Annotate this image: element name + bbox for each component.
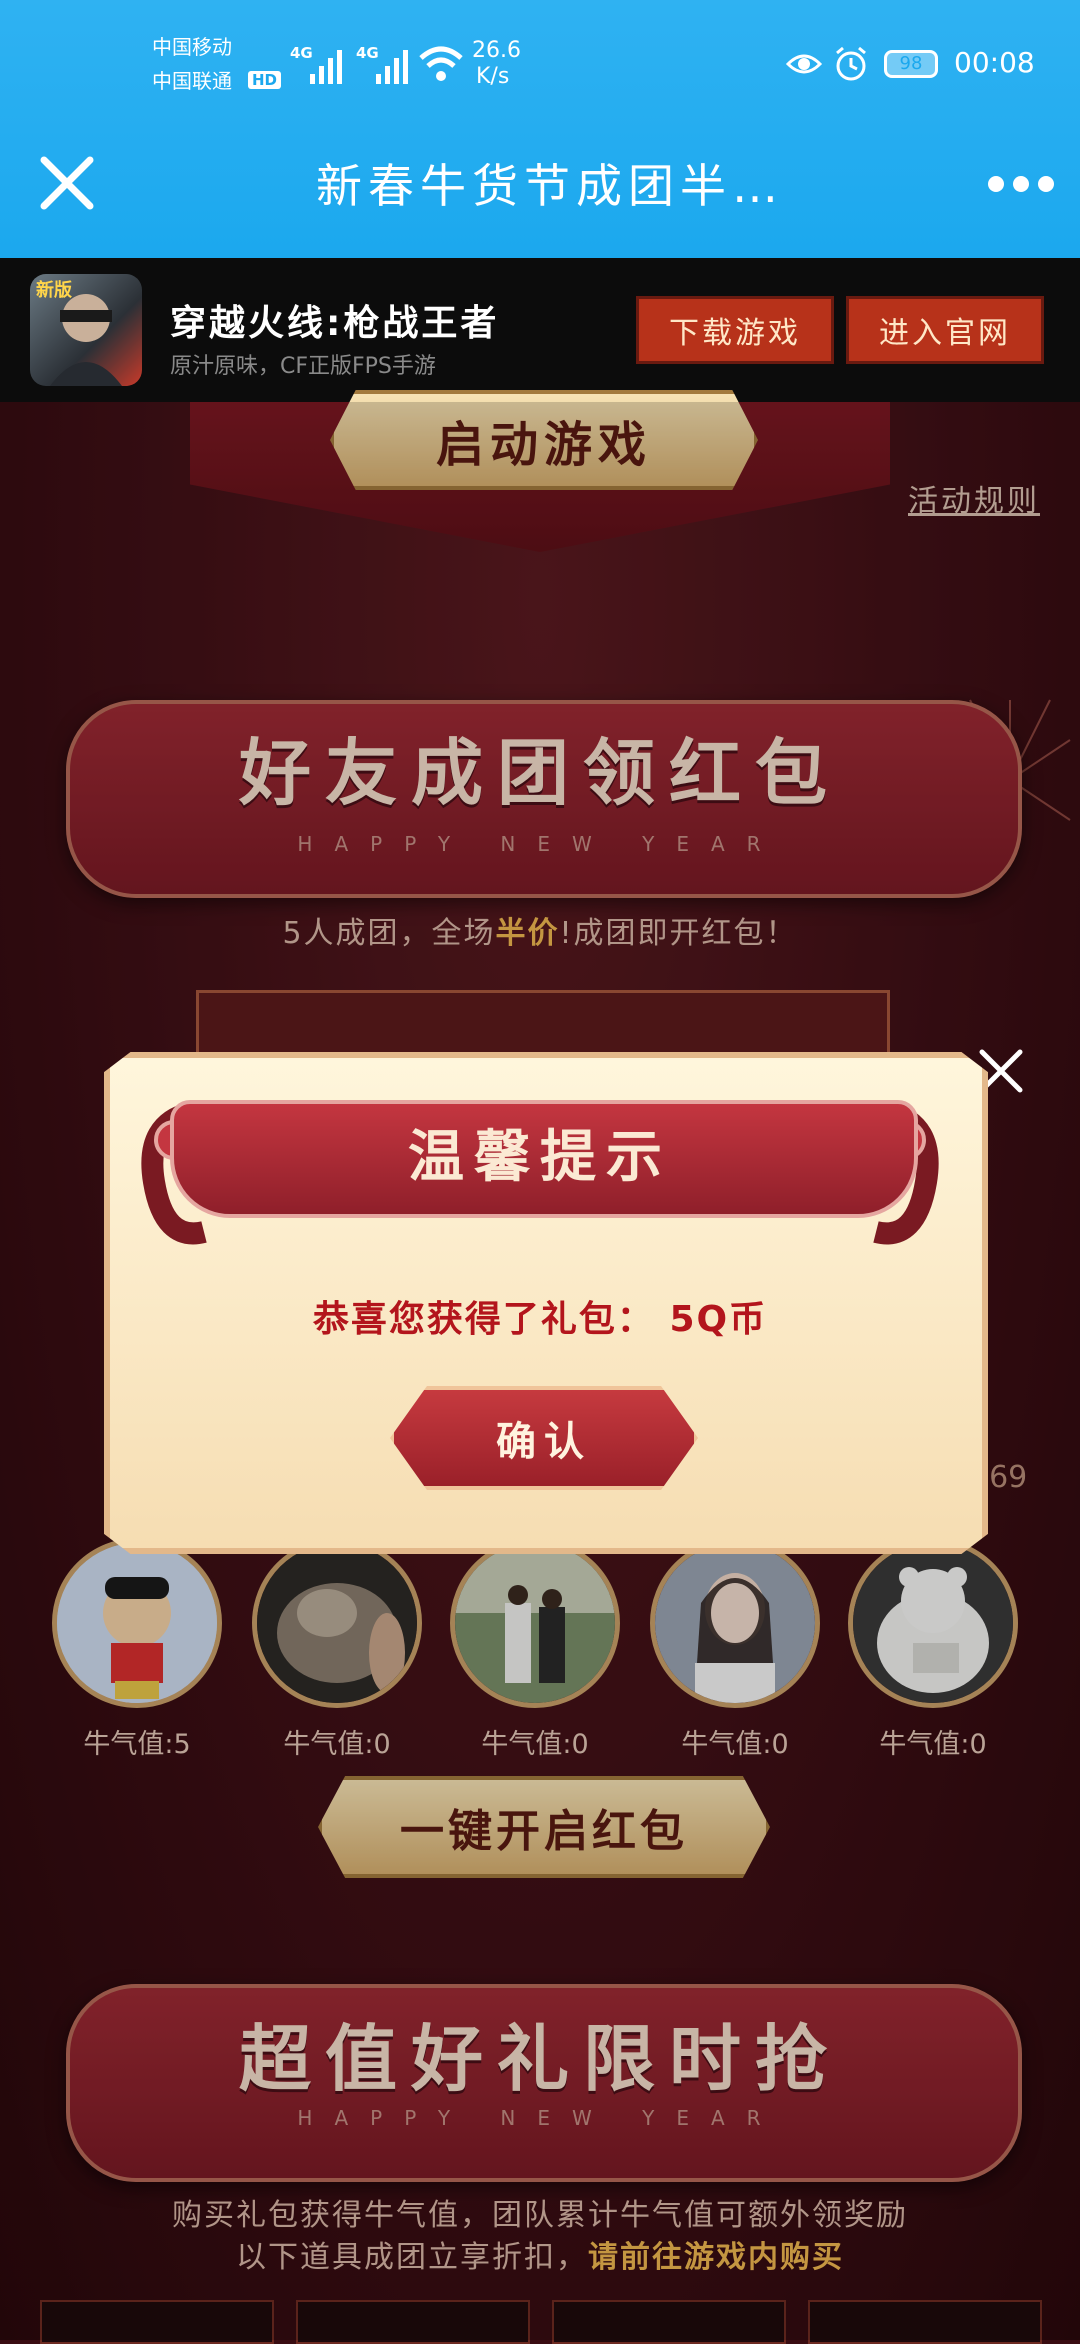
game-desc: 原汁原味，CF正版FPS手游 [170,354,436,379]
confirm-button[interactable]: 确认 [390,1386,698,1490]
eye-icon [785,50,823,82]
alarm-icon [834,46,868,86]
net-speed-unit: K/s [476,64,510,89]
dialog-title: 温馨提示 [408,1124,672,1190]
carrier-2: 中国联通 [152,69,232,93]
svg-text:新版: 新版 [36,279,72,301]
game-logo[interactable]: 新版 [30,274,142,386]
wifi-icon [418,44,464,88]
download-game-button[interactable]: 下载游戏 [636,296,834,364]
page-title: 新春牛货节成团半… [316,159,784,213]
battery-icon: 98 [884,50,938,78]
more-icon[interactable] [986,172,1056,196]
close-icon[interactable] [36,152,98,214]
signal-icon [374,46,414,90]
game-name: 穿越火线:枪战王者 [170,303,500,344]
dialog-message: 恭喜您获得了礼包： 5Q币 [312,1299,768,1340]
hd-badge: HD [248,71,282,89]
carrier-1: 中国移动 [152,35,232,59]
clock: 00:08 [954,46,1035,79]
official-site-button[interactable]: 进入官网 [846,296,1044,364]
signal-icon [308,46,348,90]
browser-header: 中国移动 中国联通 HD 4G 4G 26.6 K/s 98 00:08 新春牛… [0,0,1080,258]
battery-level: 98 [899,53,923,74]
net-speed-value: 26.6 [472,38,521,63]
